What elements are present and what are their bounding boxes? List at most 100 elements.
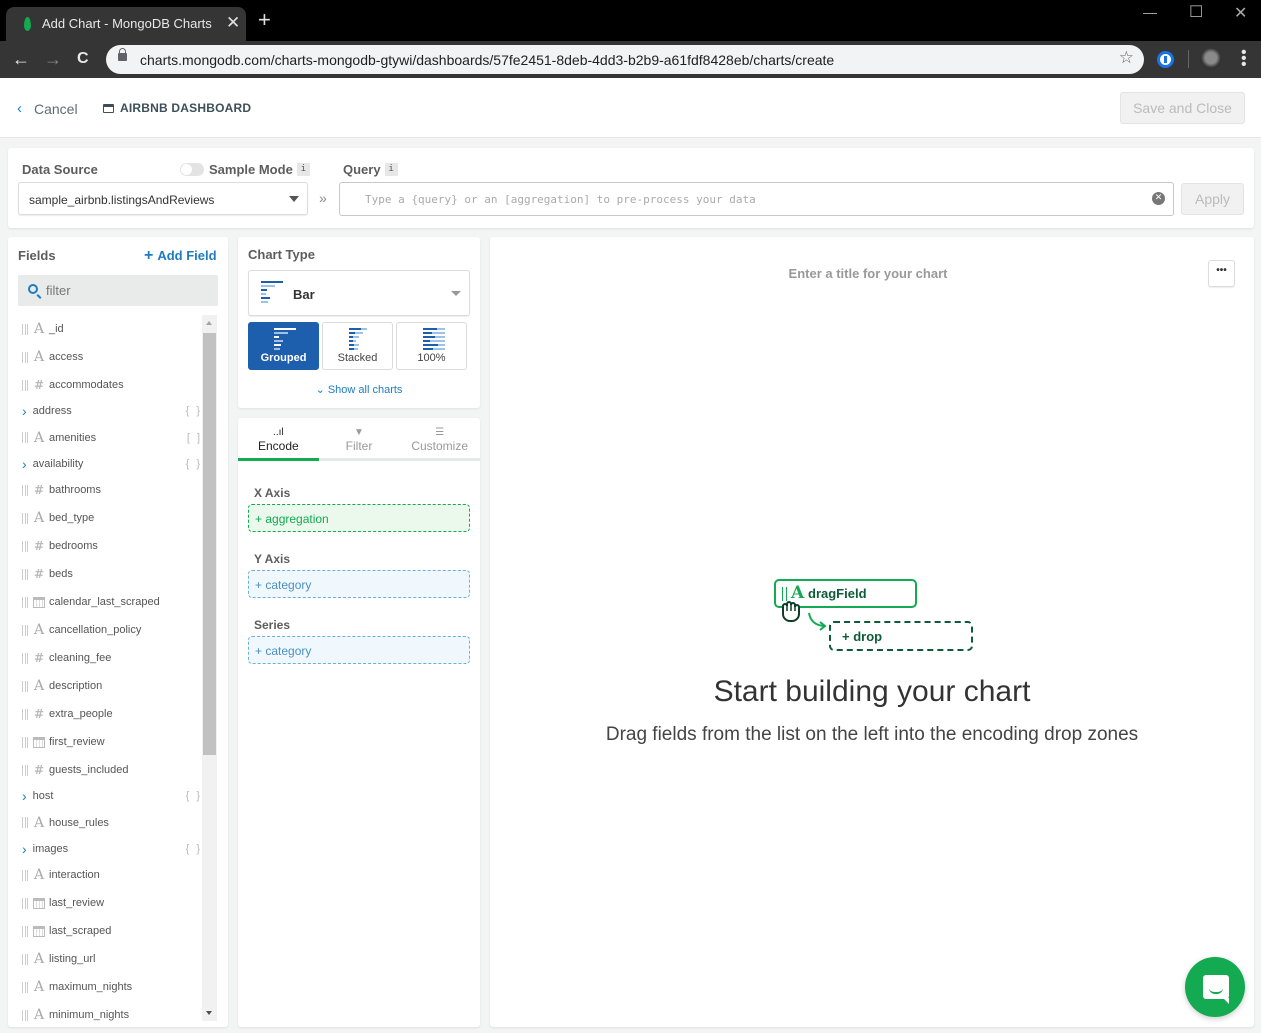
string-type-icon: A: [33, 510, 45, 526]
subtype-stacked[interactable]: Stacked: [322, 322, 393, 370]
drag-grip-icon[interactable]: [22, 512, 28, 524]
more-options-button[interactable]: •••: [1208, 260, 1235, 287]
subtype-100-percent[interactable]: 100%: [396, 322, 467, 370]
number-type-icon: #: [33, 567, 45, 581]
field-item--id[interactable]: A _id: [8, 315, 202, 343]
drag-grip-icon[interactable]: [22, 323, 28, 335]
field-item-bedrooms[interactable]: # bedrooms: [8, 532, 202, 560]
x-axis-dropzone[interactable]: + aggregation: [248, 504, 470, 532]
apply-button[interactable]: Apply: [1181, 183, 1244, 215]
expand-chevron-icon[interactable]: ›: [22, 841, 27, 857]
field-item-listing-url[interactable]: Alisting_url: [8, 945, 202, 973]
field-item-amenities[interactable]: Aamenities [ ]: [8, 424, 202, 452]
drag-grip-icon[interactable]: [22, 817, 28, 828]
data-source-select[interactable]: sample_airbnb.listingsAndReviews: [18, 182, 308, 215]
drag-grip-icon[interactable]: [22, 624, 28, 636]
back-icon[interactable]: ←: [12, 49, 30, 70]
field-item-calendar-last-scraped[interactable]: calendar_last_scraped: [8, 588, 202, 616]
support-chat-button[interactable]: [1185, 957, 1245, 1017]
drag-grip-icon[interactable]: [22, 680, 28, 692]
chart-title-input[interactable]: Enter a title for your chart: [490, 266, 1246, 281]
field-item-accommodates[interactable]: # accommodates: [8, 371, 202, 399]
tab-filter[interactable]: ▼ Filter: [319, 418, 400, 458]
clear-query-icon[interactable]: ✕: [1152, 192, 1165, 205]
field-item-cleaning-fee[interactable]: # cleaning_fee: [8, 644, 202, 672]
drag-grip-icon[interactable]: [22, 897, 28, 909]
drag-grip-icon[interactable]: [22, 484, 28, 496]
drag-grip-icon[interactable]: [22, 1009, 28, 1021]
drag-grip-icon[interactable]: [22, 652, 28, 664]
dashboard-breadcrumb[interactable]: AIRBNB DASHBOARD: [103, 101, 251, 115]
field-item-beds[interactable]: # beds: [8, 560, 202, 588]
sample-mode-toggle[interactable]: [180, 163, 204, 176]
field-item-host[interactable]: › host { }: [8, 784, 202, 809]
drag-grip-icon[interactable]: [22, 953, 28, 965]
field-item-last-review[interactable]: last_review: [8, 889, 202, 917]
field-item-first-review[interactable]: first_review: [8, 728, 202, 756]
scroll-down-icon[interactable]: [206, 1011, 212, 1015]
field-item-interaction[interactable]: Ainteraction: [8, 861, 202, 889]
bookmark-star-icon[interactable]: ☆: [1119, 48, 1134, 68]
field-item-house-rules[interactable]: Ahouse_rules: [8, 809, 202, 837]
address-bar[interactable]: charts.mongodb.com/charts-mongodb-gtywi/…: [106, 45, 1144, 74]
field-item-bed-type[interactable]: Abed_type: [8, 504, 202, 532]
field-item-maximum-nights[interactable]: Amaximum_nights: [8, 973, 202, 1001]
minimize-icon[interactable]: —: [1143, 4, 1157, 20]
drag-grip-icon[interactable]: [22, 764, 28, 776]
series-dropzone[interactable]: + category: [248, 636, 470, 664]
drag-grip-icon[interactable]: [22, 708, 28, 720]
y-axis-dropzone[interactable]: + category: [248, 570, 470, 598]
field-filter-input[interactable]: filter: [18, 275, 218, 306]
field-item-images[interactable]: › images { }: [8, 837, 202, 862]
add-field-button[interactable]: + Add Field: [144, 247, 217, 265]
query-input[interactable]: Type a {query} or an [aggregation] to pr…: [339, 182, 1174, 216]
drag-grip-icon[interactable]: [22, 379, 28, 391]
field-item-extra-people[interactable]: # extra_people: [8, 700, 202, 728]
field-item-minimum-nights[interactable]: Aminimum_nights: [8, 1001, 202, 1021]
reload-icon[interactable]: C: [77, 50, 89, 68]
field-list-scrollbar[interactable]: [202, 315, 217, 1021]
caret-down-icon: [289, 196, 299, 202]
drag-grip-icon[interactable]: [22, 596, 28, 608]
field-item-last-scraped[interactable]: last_scraped: [8, 917, 202, 945]
show-all-charts-link[interactable]: ⌄ Show all charts: [238, 383, 480, 396]
drag-grip-icon[interactable]: [22, 869, 28, 881]
browser-tab[interactable]: Add Chart - MongoDB Charts ✕: [6, 7, 246, 41]
drag-grip-icon[interactable]: [22, 736, 28, 748]
forward-icon[interactable]: →: [44, 49, 62, 70]
chart-type-select[interactable]: Bar: [248, 270, 470, 316]
drag-grip-icon[interactable]: [22, 981, 28, 993]
tab-customize[interactable]: ☰ Customize: [399, 418, 480, 458]
subtype-grouped[interactable]: Grouped: [248, 322, 319, 370]
cancel-button[interactable]: ‹ Cancel: [17, 100, 78, 117]
new-tab-button[interactable]: +: [258, 9, 271, 31]
field-item-cancellation-policy[interactable]: Acancellation_policy: [8, 616, 202, 644]
expand-chevron-icon[interactable]: ›: [22, 788, 27, 804]
profile-avatar[interactable]: [1200, 48, 1222, 70]
tab-close-icon[interactable]: ✕: [226, 13, 240, 33]
drag-grip-icon[interactable]: [22, 432, 28, 443]
password-manager-extension-icon[interactable]: [1157, 51, 1174, 68]
maximize-icon[interactable]: ☐: [1189, 2, 1203, 22]
date-type-icon: [33, 897, 45, 909]
field-item-address[interactable]: › address { }: [8, 399, 202, 424]
drag-grip-icon[interactable]: [22, 351, 28, 363]
browser-menu-icon[interactable]: • • •: [1241, 45, 1247, 73]
scrollbar-thumb[interactable]: [203, 333, 216, 755]
field-item-description[interactable]: Adescription: [8, 672, 202, 700]
expand-chevron-icon[interactable]: ›: [22, 456, 27, 472]
field-item-availability[interactable]: › availability { }: [8, 452, 202, 477]
save-and-close-button[interactable]: Save and Close: [1120, 92, 1245, 124]
drag-grip-icon[interactable]: [22, 925, 28, 937]
drag-grip-icon[interactable]: [22, 540, 28, 552]
query-info-icon[interactable]: i: [384, 163, 398, 176]
field-item-guests-included[interactable]: # guests_included: [8, 756, 202, 784]
window-close-icon[interactable]: ✕: [1234, 3, 1247, 23]
scroll-up-icon[interactable]: [206, 321, 212, 325]
drag-grip-icon[interactable]: [22, 568, 28, 580]
field-item-access[interactable]: Aaccess: [8, 343, 202, 371]
field-item-bathrooms[interactable]: # bathrooms: [8, 476, 202, 504]
tab-encode[interactable]: ..ıl Encode: [238, 418, 319, 461]
sample-mode-info-icon[interactable]: i: [296, 163, 310, 176]
expand-chevron-icon[interactable]: ›: [22, 403, 27, 419]
